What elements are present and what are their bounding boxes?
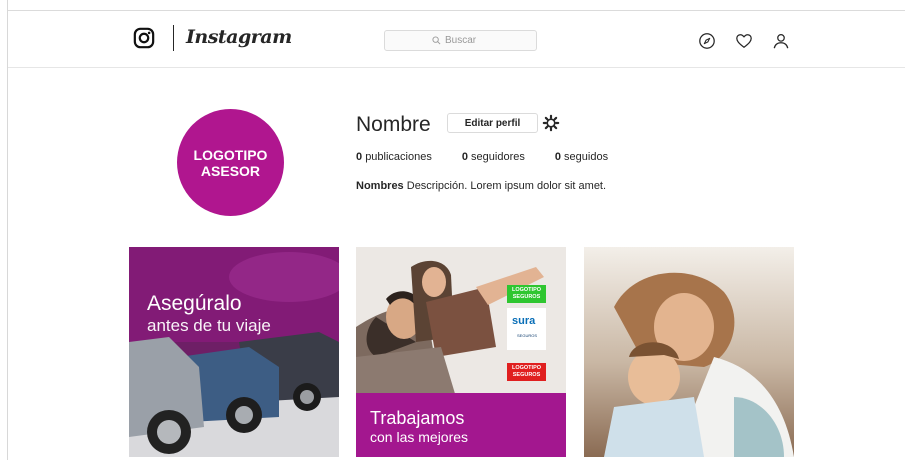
bio-text: Descripción. Lorem ipsum dolor sit amet.	[406, 180, 607, 192]
profile-username: Nombre	[356, 113, 431, 136]
instagram-wordmark[interactable]: Instagram	[186, 26, 292, 48]
stat-label: seguidores	[471, 151, 525, 163]
post-tile[interactable]: LOGOTIPO SEGUROS sura SEGUROS LOGOTIPO S…	[356, 247, 566, 457]
search-input[interactable]	[445, 35, 489, 46]
post-title: Asegúralo	[147, 292, 242, 315]
sura-wordmark: sura	[512, 315, 536, 327]
post-subtitle: antes de tu viaje	[147, 316, 271, 335]
avatar-line: ASESOR	[200, 162, 261, 179]
stat-posts[interactable]: 0 publicaciones	[356, 151, 432, 163]
explore-compass-icon[interactable]	[698, 32, 716, 50]
top-navigation-bar: Instagram	[8, 10, 905, 68]
stat-count: 0	[461, 151, 468, 163]
stat-label: seguidos	[564, 151, 609, 163]
stat-count: 0	[554, 151, 561, 163]
logo-tag-line: SEGUROS	[512, 294, 541, 300]
logo-tag-line: LOGOTIPO	[511, 365, 542, 371]
profile-bio: Nombres Descripción. Lorem ipsum dolor s…	[356, 180, 606, 192]
window-edge	[7, 0, 8, 460]
instagram-camera-icon[interactable]	[133, 27, 155, 49]
sura-logo: sura SEGUROS	[507, 308, 546, 350]
post-image-mother-child	[584, 247, 794, 457]
partner-logo-red: LOGOTIPO SEGUROS	[507, 363, 546, 381]
stat-count: 0	[356, 151, 363, 163]
search-box[interactable]	[384, 30, 537, 51]
profile-avatar[interactable]: LOGOTIPO ASESOR	[177, 109, 284, 216]
logo-tag-line: SEGUROS	[512, 372, 541, 378]
avatar-line: LOGOTIPO	[193, 146, 268, 163]
stat-following[interactable]: 0 seguidos	[555, 151, 608, 163]
user-profile-icon[interactable]	[772, 32, 790, 50]
brand-divider	[173, 25, 174, 51]
edit-profile-button[interactable]: Editar perfil	[447, 113, 538, 133]
stat-followers[interactable]: 0 seguidores	[462, 151, 525, 163]
gear-icon[interactable]	[542, 114, 560, 132]
partner-logo-green: LOGOTIPO SEGUROS	[507, 285, 546, 303]
post-title: Trabajamos	[370, 408, 465, 428]
bio-name: Nombres	[356, 180, 404, 192]
post-subtitle: con las mejores	[370, 429, 469, 445]
sura-subtitle: SEGUROS	[517, 333, 538, 338]
stat-label: publicaciones	[365, 151, 432, 163]
post-tile[interactable]: Asegúralo antes de tu viaje	[129, 247, 339, 457]
search-icon	[432, 36, 441, 45]
heart-icon[interactable]	[735, 32, 753, 50]
post-tile[interactable]	[584, 247, 794, 457]
profile-stats: 0 publicaciones 0 seguidores 0 seguidos	[356, 151, 638, 163]
post-image-cars	[129, 247, 339, 457]
logo-tag-line: LOGOTIPO	[511, 287, 542, 293]
